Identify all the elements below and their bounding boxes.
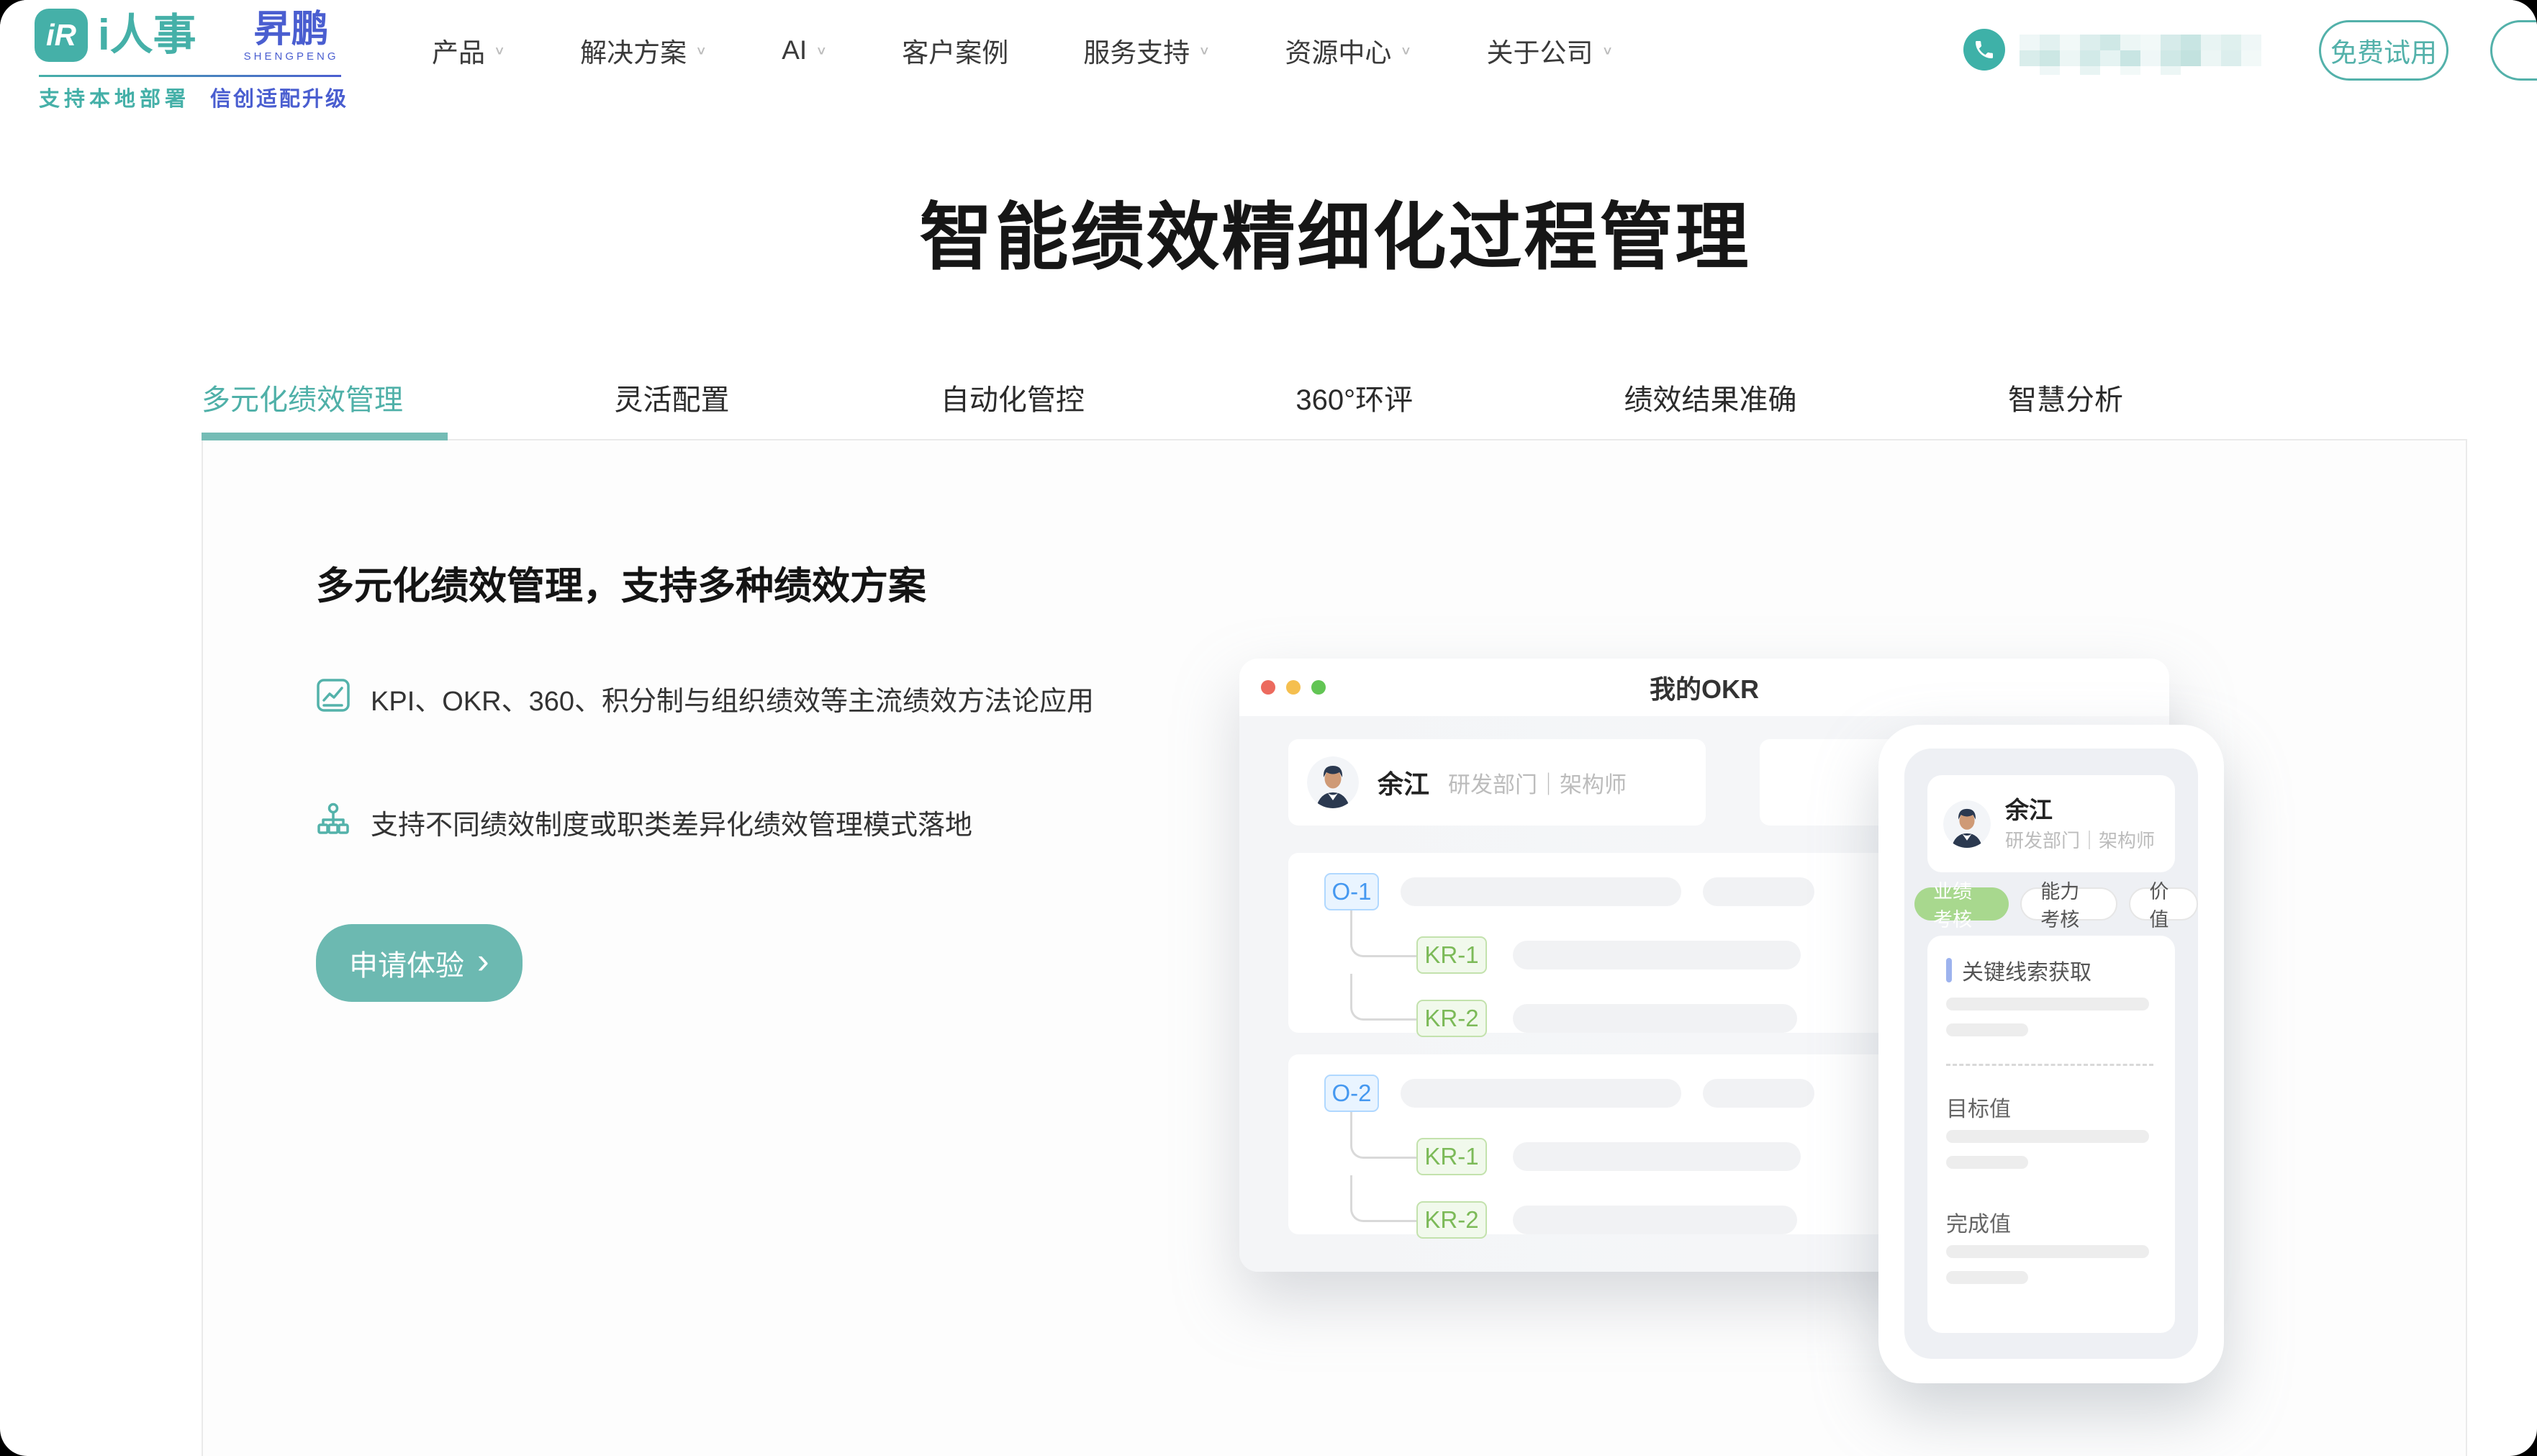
feature-bullet: 支持不同绩效制度或职类差异化绩效管理模式落地 — [316, 802, 1194, 849]
blurred-phone-number — [2020, 29, 2261, 76]
feature-tabs: 多元化绩效管理 灵活配置 自动化管控 360°环评 绩效结果准确 智慧分析 — [202, 358, 2123, 436]
nav-item-about[interactable]: 关于公司∨ — [1487, 31, 1614, 70]
chevron-right-icon: › — [477, 950, 489, 972]
free-trial-button[interactable]: 免费试用 — [2319, 20, 2448, 81]
placeholder-bar — [1513, 941, 1801, 969]
employee-name: 余江 — [1378, 764, 1429, 801]
org-chart-icon — [316, 802, 351, 836]
phone-icon — [1963, 29, 2005, 71]
tag-value: 价值 — [2129, 887, 2198, 921]
login-button[interactable]: 登录 — [2490, 20, 2537, 81]
placeholder-bar — [1946, 1023, 2028, 1036]
nav-item-solutions[interactable]: 解决方案∨ — [580, 31, 707, 70]
objective-badge: O-2 — [1324, 1075, 1379, 1112]
complete-value-label: 完成值 — [1946, 1206, 2011, 1238]
kr-badge: KR-1 — [1416, 936, 1487, 974]
phone-employee-name: 余江 — [2005, 795, 2155, 826]
apply-trial-label: 申请体验 — [349, 942, 464, 984]
logo-name: i人事 — [98, 9, 196, 62]
tree-connector — [1350, 1175, 1419, 1222]
chevron-down-icon: ∨ — [1602, 43, 1614, 58]
placeholder-bar — [1946, 1156, 2028, 1169]
tree-connector — [1350, 1112, 1419, 1159]
page: iR i人事 昇鹏 SHENGPENG 支持本地部署 信创适配升级 产品∨ 解决… — [0, 0, 2537, 1456]
logo-tagline-left: 支持本地部署 — [39, 82, 190, 112]
kpi-detail-card: 关键线索获取 目标值 完成值 — [1927, 936, 2175, 1333]
placeholder-bar — [1513, 1004, 1797, 1033]
kr-badge: KR-2 — [1416, 1000, 1487, 1037]
placeholder-bar — [1401, 1079, 1681, 1108]
active-tab-indicator — [202, 433, 448, 440]
tab-accurate-results[interactable]: 绩效结果准确 — [1624, 376, 1797, 418]
phone-employee-meta: 研发部门｜架构师 — [2005, 826, 2155, 853]
logo-divider — [39, 75, 341, 77]
nav-item-products[interactable]: 产品∨ — [432, 31, 505, 70]
main-nav: 产品∨ 解决方案∨ AI∨ 客户案例 服务支持∨ 资源中心∨ 关于公司∨ — [432, 0, 1614, 101]
mockup-titlebar: 我的OKR — [1239, 659, 2169, 716]
tab-smart-analysis[interactable]: 智慧分析 — [2008, 376, 2123, 418]
tab-360-review[interactable]: 360°环评 — [1295, 376, 1413, 418]
employee-meta: 研发部门｜架构师 — [1448, 767, 1627, 799]
tag-performance: 业绩考核 — [1914, 887, 2009, 921]
partner-name: 昇鹏 — [244, 9, 339, 50]
target-value-label: 目标值 — [1946, 1091, 2011, 1123]
kpi-section-title: 关键线索获取 — [1962, 954, 2091, 986]
avatar — [1307, 756, 1359, 808]
chevron-down-icon: ∨ — [695, 43, 707, 58]
assessment-tags: 业绩考核 能力考核 价值 — [1914, 887, 2198, 921]
placeholder-bar — [1946, 1245, 2149, 1258]
header: iR i人事 昇鹏 SHENGPENG 支持本地部署 信创适配升级 产品∨ 解决… — [0, 0, 2537, 101]
section-accent-bar — [1946, 958, 1952, 982]
logo[interactable]: iR i人事 昇鹏 SHENGPENG 支持本地部署 信创适配升级 — [35, 9, 351, 63]
tag-ability: 能力考核 — [2020, 887, 2117, 921]
feature-bullet-text: 支持不同绩效制度或职类差异化绩效管理模式落地 — [371, 802, 972, 849]
apply-trial-button[interactable]: 申请体验 › — [316, 924, 523, 1002]
nav-item-ai[interactable]: AI∨ — [782, 35, 827, 65]
tree-connector — [1350, 974, 1419, 1021]
feature-panel: 多元化绩效管理，支持多种绩效方案 KPI、OKR、360、积分制与组织绩效等主流… — [202, 439, 2467, 1456]
line-chart-icon — [316, 678, 351, 713]
avatar — [1943, 800, 1991, 848]
ihr-logo-icon: iR — [35, 9, 88, 62]
feature-bullet-text: KPI、OKR、360、积分制与组织绩效等主流绩效方法论应用 — [371, 678, 1094, 725]
objective-badge: O-1 — [1324, 873, 1379, 910]
phone-employee-card: 余江 研发部门｜架构师 — [1927, 775, 2175, 872]
nav-item-cases[interactable]: 客户案例 — [902, 31, 1008, 70]
mockup-window-title: 我的OKR — [1239, 659, 2169, 716]
placeholder-bar — [1703, 877, 1814, 906]
placeholder-bar — [1946, 1130, 2149, 1143]
feature-bullet: KPI、OKR、360、积分制与组织绩效等主流绩效方法论应用 — [316, 678, 1194, 725]
partner-subtitle: SHENGPENG — [244, 50, 339, 63]
nav-item-support[interactable]: 服务支持∨ — [1083, 31, 1210, 70]
dashed-divider — [1946, 1064, 2153, 1066]
placeholder-bar — [1401, 877, 1681, 906]
tab-automated-control[interactable]: 自动化管控 — [941, 376, 1085, 418]
placeholder-bar — [1513, 1142, 1801, 1171]
tree-connector — [1350, 910, 1419, 957]
placeholder-bar — [1946, 1271, 2028, 1284]
partner-logo: 昇鹏 SHENGPENG — [244, 9, 339, 63]
kr-badge: KR-2 — [1416, 1201, 1487, 1239]
chevron-down-icon: ∨ — [815, 43, 827, 58]
phone-mockup: 余江 研发部门｜架构师 业绩考核 能力考核 价值 关键线索获取 — [1878, 725, 2224, 1383]
placeholder-bar — [1703, 1079, 1814, 1108]
chevron-down-icon: ∨ — [494, 43, 505, 58]
feature-heading: 多元化绩效管理，支持多种绩效方案 — [316, 556, 926, 610]
chevron-down-icon: ∨ — [1198, 43, 1210, 58]
placeholder-bar — [1946, 998, 2149, 1010]
logo-tagline-right: 信创适配升级 — [210, 82, 348, 112]
page-title: 智能绩效精细化过程管理 — [202, 178, 2469, 284]
placeholder-bar — [1513, 1206, 1797, 1234]
kr-badge: KR-1 — [1416, 1138, 1487, 1175]
phone-screen: 余江 研发部门｜架构师 业绩考核 能力考核 价值 关键线索获取 — [1904, 749, 2198, 1359]
nav-item-resources[interactable]: 资源中心∨ — [1285, 31, 1411, 70]
employee-card: 余江 研发部门｜架构师 — [1288, 739, 1706, 826]
chevron-down-icon: ∨ — [1400, 43, 1411, 58]
tab-flexible-config[interactable]: 灵活配置 — [614, 376, 729, 418]
tab-diversified-performance[interactable]: 多元化绩效管理 — [202, 376, 403, 418]
